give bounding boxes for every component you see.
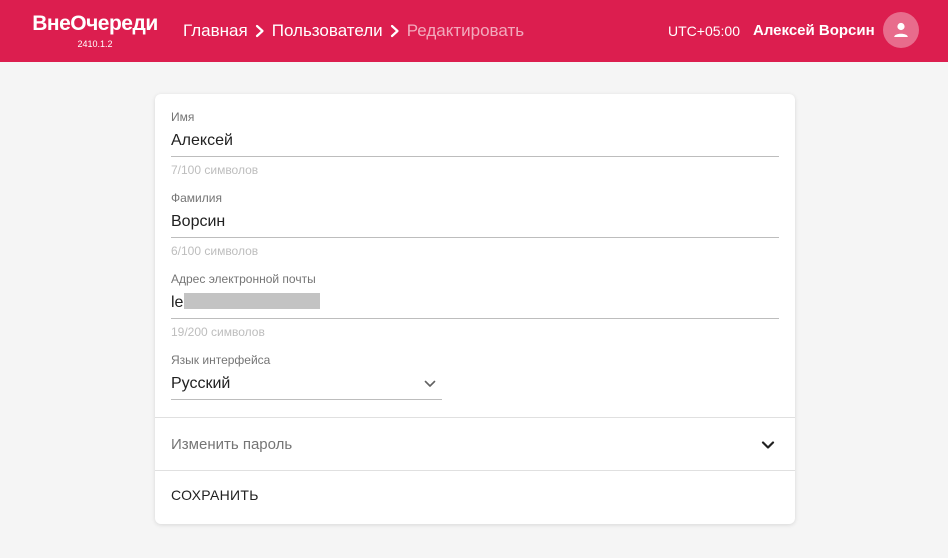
chevron-right-icon — [383, 24, 407, 38]
email-input[interactable]: le — [171, 293, 321, 313]
app-version: 2410.1.2 — [77, 39, 113, 49]
email-underline — [171, 318, 779, 319]
chevron-down-icon[interactable] — [760, 437, 776, 453]
email-label: Адрес электронной почты — [171, 272, 316, 286]
user-edit-form: Имя Алексей 7/100 символов Фамилия Ворси… — [155, 94, 795, 524]
chevron-right-icon — [248, 24, 272, 38]
last-name-counter: 6/100 символов — [171, 244, 259, 258]
first-name-underline — [171, 156, 779, 157]
first-name-counter: 7/100 символов — [171, 163, 259, 177]
change-password-expander[interactable]: Изменить пароль — [155, 418, 795, 471]
change-password-label: Изменить пароль — [171, 436, 293, 453]
redacted-block — [184, 293, 321, 309]
first-name-label: Имя — [171, 110, 195, 124]
chevron-down-icon[interactable] — [423, 377, 437, 391]
timezone-label: UTC+05:00 — [668, 23, 740, 39]
avatar[interactable] — [883, 12, 919, 48]
last-name-label: Фамилия — [171, 191, 222, 205]
breadcrumb-users[interactable]: Пользователи — [272, 21, 383, 41]
app-header: ВнеОчереди 2410.1.2 Главная Пользователи… — [0, 0, 948, 62]
first-name-input[interactable]: Алексей — [171, 131, 233, 151]
logo-text: ВнеОчереди — [32, 12, 158, 35]
language-label: Язык интерфейса — [171, 353, 271, 367]
divider — [155, 470, 795, 471]
breadcrumb: Главная Пользователи Редактировать — [183, 20, 524, 42]
breadcrumb-home[interactable]: Главная — [183, 21, 248, 41]
user-icon — [894, 22, 908, 37]
breadcrumb-current: Редактировать — [406, 21, 525, 40]
last-name-input[interactable]: Ворсин — [171, 212, 225, 232]
logo[interactable]: ВнеОчереди 2410.1.2 — [31, 12, 159, 50]
save-button[interactable]: СОХРАНИТЬ — [171, 486, 259, 504]
language-value[interactable]: Русский — [171, 374, 230, 394]
email-value: le — [171, 294, 184, 311]
email-counter: 19/200 символов — [171, 325, 265, 339]
language-underline — [171, 399, 442, 400]
last-name-underline — [171, 237, 779, 238]
user-name[interactable]: Алексей Ворсин — [753, 21, 875, 40]
